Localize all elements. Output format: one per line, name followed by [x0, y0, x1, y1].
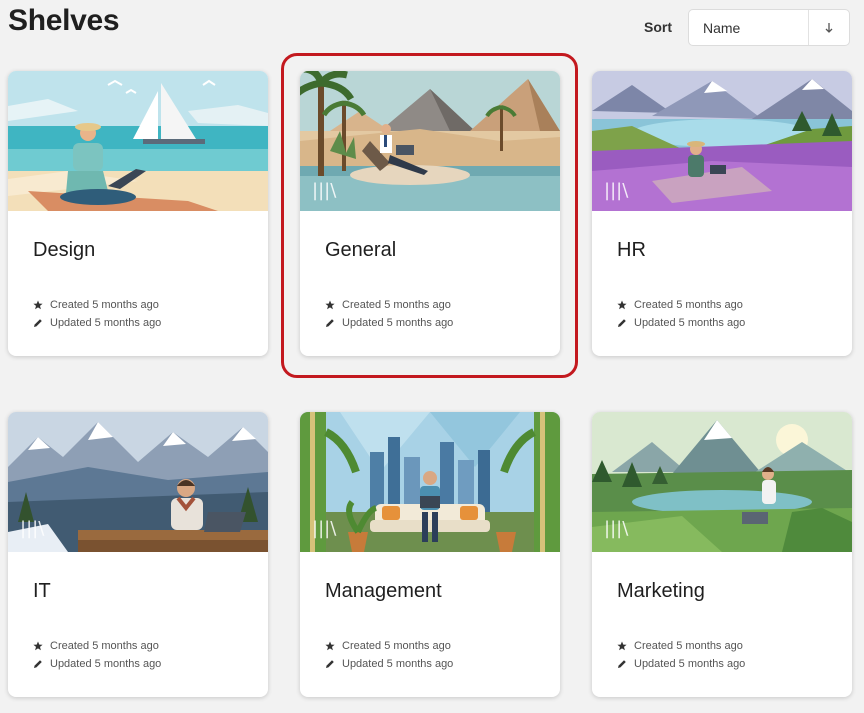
shelf-card-management[interactable]: |||\ Management Created 5 months ago Upd…: [300, 412, 560, 697]
shelf-title: Design: [33, 239, 96, 261]
created-meta: Created 5 months ago: [325, 640, 451, 652]
shelf-title: Management: [325, 580, 442, 602]
pencil-icon: [326, 660, 334, 668]
updated-text: Updated 5 months ago: [50, 658, 162, 670]
pencil-icon: [618, 319, 626, 327]
updated-meta: Updated 5 months ago: [617, 658, 745, 670]
shelf-title: IT: [33, 580, 51, 602]
shelf-card-it[interactable]: |||\ IT Created 5 months ago Updated 5 m…: [8, 412, 268, 697]
updated-text: Updated 5 months ago: [634, 658, 746, 670]
created-meta: Created 5 months ago: [617, 299, 743, 311]
pencil-icon: [618, 660, 626, 668]
shelf-image-it: |||\: [8, 412, 268, 552]
pencil-icon: [326, 319, 334, 327]
shelf-card-marketing[interactable]: |||\ Marketing Created 5 months ago Upda…: [592, 412, 852, 697]
shelf-image-design: [8, 71, 268, 211]
updated-meta: Updated 5 months ago: [617, 317, 745, 329]
shelf-card-hr[interactable]: |||\ HR Created 5 months ago Updated 5 m…: [592, 71, 852, 356]
pencil-icon: [34, 319, 42, 327]
shelf-image-management: |||\: [300, 412, 560, 552]
updated-text: Updated 5 months ago: [50, 317, 162, 329]
shelf-card-design[interactable]: Design Created 5 months ago Updated 5 mo…: [8, 71, 268, 356]
svg-text:|||\: |||\: [312, 518, 337, 539]
sort-label: Sort: [644, 19, 672, 35]
created-text: Created 5 months ago: [50, 640, 159, 652]
created-text: Created 5 months ago: [634, 299, 743, 311]
updated-meta: Updated 5 months ago: [325, 317, 453, 329]
updated-meta: Updated 5 months ago: [33, 658, 161, 670]
svg-text:|||\: |||\: [312, 180, 337, 201]
shelf-title: HR: [617, 239, 646, 261]
sort-select[interactable]: Name: [689, 10, 809, 45]
sort-direction-button[interactable]: [809, 10, 849, 45]
sort-select-value: Name: [703, 19, 741, 36]
created-meta: Created 5 months ago: [617, 640, 743, 652]
created-text: Created 5 months ago: [342, 640, 451, 652]
created-text: Created 5 months ago: [634, 640, 743, 652]
created-text: Created 5 months ago: [50, 299, 159, 311]
updated-text: Updated 5 months ago: [634, 317, 746, 329]
shelf-card-general[interactable]: |||\ General Created 5 months ago Update…: [300, 71, 560, 356]
svg-text:|||\: |||\: [20, 518, 45, 539]
svg-text:|||\: |||\: [604, 518, 629, 539]
star-icon: [33, 641, 43, 651]
updated-text: Updated 5 months ago: [342, 317, 454, 329]
star-icon: [617, 641, 627, 651]
updated-meta: Updated 5 months ago: [33, 317, 161, 329]
pencil-icon: [34, 660, 42, 668]
created-text: Created 5 months ago: [342, 299, 451, 311]
created-meta: Created 5 months ago: [33, 640, 159, 652]
star-icon: [325, 300, 335, 310]
created-meta: Created 5 months ago: [325, 299, 451, 311]
star-icon: [33, 300, 43, 310]
sort-control: Name: [688, 9, 850, 46]
svg-text:|||\: |||\: [604, 180, 629, 201]
shelf-title: General: [325, 239, 397, 261]
updated-meta: Updated 5 months ago: [325, 658, 453, 670]
shelf-image-hr: |||\: [592, 71, 852, 211]
arrow-down-icon: [825, 22, 833, 33]
created-meta: Created 5 months ago: [33, 299, 159, 311]
star-icon: [617, 300, 627, 310]
shelf-image-general: |||\: [300, 71, 560, 211]
shelf-title: Marketing: [617, 580, 705, 602]
star-icon: [325, 641, 335, 651]
updated-text: Updated 5 months ago: [342, 658, 454, 670]
page-title: Shelves: [8, 4, 120, 37]
shelf-image-marketing: |||\: [592, 412, 852, 552]
